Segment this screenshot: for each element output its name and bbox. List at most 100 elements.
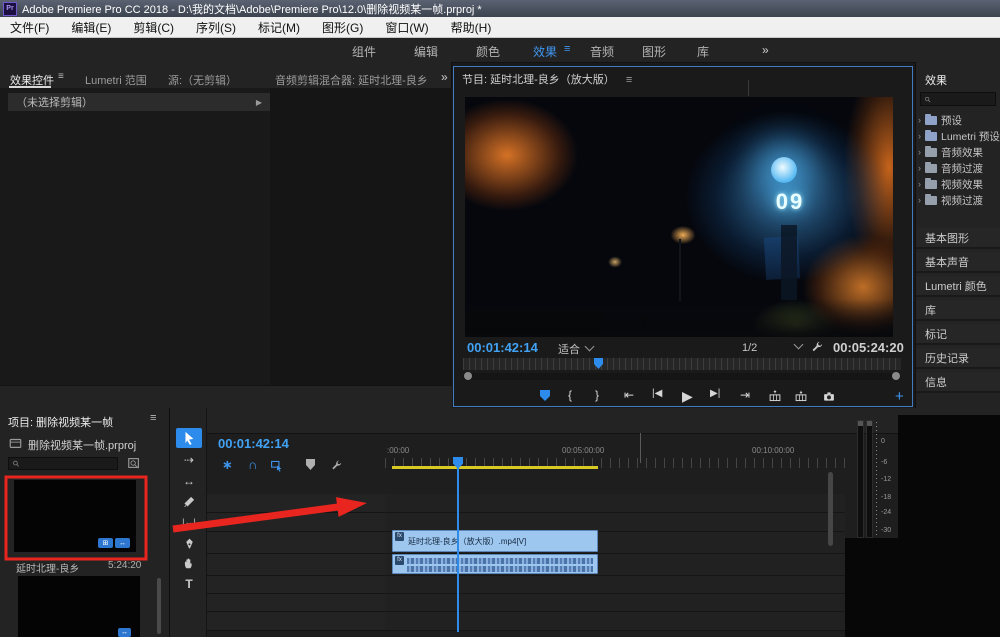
tab-lumetri-scopes[interactable]: Lumetri 范围 <box>85 72 147 88</box>
panel-overflow-icon[interactable]: » <box>441 70 448 84</box>
traffic-countdown-display: 09 <box>775 189 805 214</box>
effects-folder-presets[interactable]: › 预设 <box>918 112 1000 128</box>
menu-clip[interactable]: 剪辑(C) <box>133 19 174 36</box>
type-tool[interactable]: T <box>176 574 202 594</box>
hand-tool[interactable] <box>176 553 202 573</box>
project-search-box[interactable] <box>8 457 118 470</box>
expand-arrow-icon[interactable]: ▶ <box>256 98 262 107</box>
mark-in-button[interactable]: { <box>568 388 572 402</box>
effects-folder-lumetri-presets[interactable]: › Lumetri 预设 <box>918 128 1000 144</box>
effects-folder-audio-transitions[interactable]: › 音频过渡 <box>918 160 1000 176</box>
menu-edit[interactable]: 编辑(E) <box>71 19 111 36</box>
audio-clip-a1[interactable]: fx <box>392 554 598 574</box>
tab-audio-clip-mixer[interactable]: 音频剪辑混合器: 延时北理-良乡（） <box>275 72 435 88</box>
tab-source-monitor[interactable]: 源:（无剪辑） <box>168 72 237 88</box>
timeline-timecode[interactable]: 00:01:42:14 <box>218 436 289 451</box>
workspace-tab-libraries[interactable]: 库 <box>697 43 709 60</box>
workspace-tab-assembly[interactable]: 组件 <box>352 43 376 60</box>
nest-sequence-icon[interactable]: ∗ <box>222 457 233 473</box>
snap-magnet-icon[interactable]: ∩ <box>248 457 257 472</box>
lift-button[interactable] <box>768 390 782 403</box>
effects-search-box[interactable] <box>920 92 996 106</box>
tab-project[interactable]: 项目: 删除视频某一帧 <box>8 414 113 430</box>
tab-lumetri-color[interactable]: Lumetri 颜色 <box>916 276 1000 297</box>
step-forward-button[interactable]: ▶| <box>710 388 720 399</box>
tab-markers[interactable]: 标记 <box>916 324 1000 345</box>
settings-wrench-icon[interactable] <box>810 340 824 354</box>
workspace-tab-audio[interactable]: 音频 <box>590 43 614 60</box>
menu-sequence[interactable]: 序列(S) <box>196 19 236 36</box>
menu-graphics[interactable]: 图形(G) <box>322 19 363 36</box>
pen-tool[interactable] <box>176 533 202 553</box>
step-back-button[interactable]: |◀ <box>652 388 662 399</box>
play-button[interactable]: ▶ <box>682 388 693 405</box>
tab-effects[interactable]: 效果 <box>925 72 947 88</box>
workspace-tab-bar: 组件 编辑 颜色 效果 ≡ 音频 图形 库 » <box>0 38 1000 96</box>
work-area-bar[interactable] <box>392 466 598 469</box>
go-to-in-button[interactable]: ⇤ <box>624 388 634 402</box>
effect-controls-menu-icon[interactable]: ≡ <box>58 71 64 82</box>
zoom-bar-left-handle[interactable] <box>464 372 472 380</box>
effects-folder-audio-effects[interactable]: › 音频效果 <box>918 144 1000 160</box>
tab-essential-sound[interactable]: 基本声音 <box>916 252 1000 273</box>
no-clip-selected-header[interactable]: （未选择剪辑） ▶ <box>8 93 270 111</box>
export-frame-camera-icon[interactable] <box>822 390 836 403</box>
go-to-out-button[interactable]: ⇥ <box>740 388 750 402</box>
program-timecode[interactable]: 00:01:42:14 <box>467 340 538 355</box>
ripple-edit-tool[interactable]: ↔ <box>176 471 202 491</box>
menu-window[interactable]: 窗口(W) <box>385 19 428 36</box>
razor-tool[interactable] <box>176 491 202 511</box>
track-lane-v3[interactable] <box>385 494 845 513</box>
program-monitor-title[interactable]: 节目: 延时北理-良乡（放大版） ≡ <box>462 71 632 87</box>
menu-help[interactable]: 帮助(H) <box>451 19 492 36</box>
effects-folder-video-effects[interactable]: › 视频效果 <box>918 176 1000 192</box>
zoom-bar-right-handle[interactable] <box>892 372 900 380</box>
menu-file[interactable]: 文件(F) <box>10 19 49 36</box>
pedestrian-silhouette <box>641 316 645 327</box>
workspace-overflow-icon[interactable]: » <box>762 43 769 57</box>
track-lane-master[interactable] <box>385 612 845 631</box>
zoom-fit-dropdown[interactable]: 适合 <box>558 341 595 357</box>
video-clip-v1[interactable]: fx 延时北理-良乡（放大版）.mp4[V] <box>392 530 598 552</box>
timeline-playhead-line[interactable] <box>457 462 459 632</box>
tab-history[interactable]: 历史记录 <box>916 348 1000 369</box>
project-filter-icon[interactable] <box>127 456 141 470</box>
track-lane-a3[interactable] <box>385 594 845 612</box>
track-select-tool[interactable]: ⇢ <box>176 450 202 470</box>
clip-name-label[interactable]: 延时北理-良乡 <box>16 560 79 575</box>
menu-marker[interactable]: 标记(M) <box>258 19 300 36</box>
project-scrollbar[interactable] <box>157 578 161 634</box>
workspace-tab-color[interactable]: 颜色 <box>476 43 500 60</box>
clip-thumbnail-2[interactable]: ↔ <box>18 576 140 637</box>
linked-selection-icon[interactable] <box>270 459 283 472</box>
slip-tool[interactable]: |↔| <box>176 512 202 532</box>
folder-icon <box>925 161 937 173</box>
workspace-tab-effects-menu-icon[interactable]: ≡ <box>564 43 570 55</box>
program-playhead[interactable] <box>594 358 603 369</box>
tab-essential-graphics[interactable]: 基本图形 <box>916 228 1000 249</box>
mark-out-button[interactable]: } <box>595 388 599 402</box>
extract-button[interactable] <box>794 390 808 403</box>
workspace-tab-effects[interactable]: 效果 <box>533 43 557 60</box>
timeline-vertical-scrollbar[interactable] <box>828 472 833 546</box>
program-zoom-bar[interactable] <box>463 372 901 380</box>
workspace-tab-graphics[interactable]: 图形 <box>642 43 666 60</box>
button-editor-plus[interactable]: + <box>895 388 904 405</box>
effects-search-input[interactable] <box>934 92 992 106</box>
clip-thumbnail-selected[interactable]: ⊞ ↔ <box>14 480 136 552</box>
effects-folder-video-transitions[interactable]: › 视频过渡 <box>918 192 1000 208</box>
program-menu-icon[interactable]: ≡ <box>626 74 632 86</box>
track-lane-a2[interactable] <box>385 576 845 594</box>
tab-info[interactable]: 信息 <box>916 372 1000 393</box>
tab-libraries[interactable]: 库 <box>916 300 1000 321</box>
project-search-input[interactable] <box>22 457 114 470</box>
timeline-settings-wrench-icon[interactable] <box>330 459 343 472</box>
program-video-frame[interactable]: 09 <box>465 97 893 337</box>
program-scrubber[interactable] <box>463 358 901 370</box>
playback-resolution-dropdown[interactable]: 1/2 <box>742 339 804 354</box>
project-file-name[interactable]: 删除视频某一帧.prproj <box>28 437 136 453</box>
selection-tool[interactable] <box>176 428 202 448</box>
title-bar[interactable]: Pr Adobe Premiere Pro CC 2018 - D:\我的文档\… <box>0 0 1000 17</box>
workspace-tab-editing[interactable]: 编辑 <box>414 43 438 60</box>
project-menu-icon[interactable]: ≡ <box>150 412 156 424</box>
